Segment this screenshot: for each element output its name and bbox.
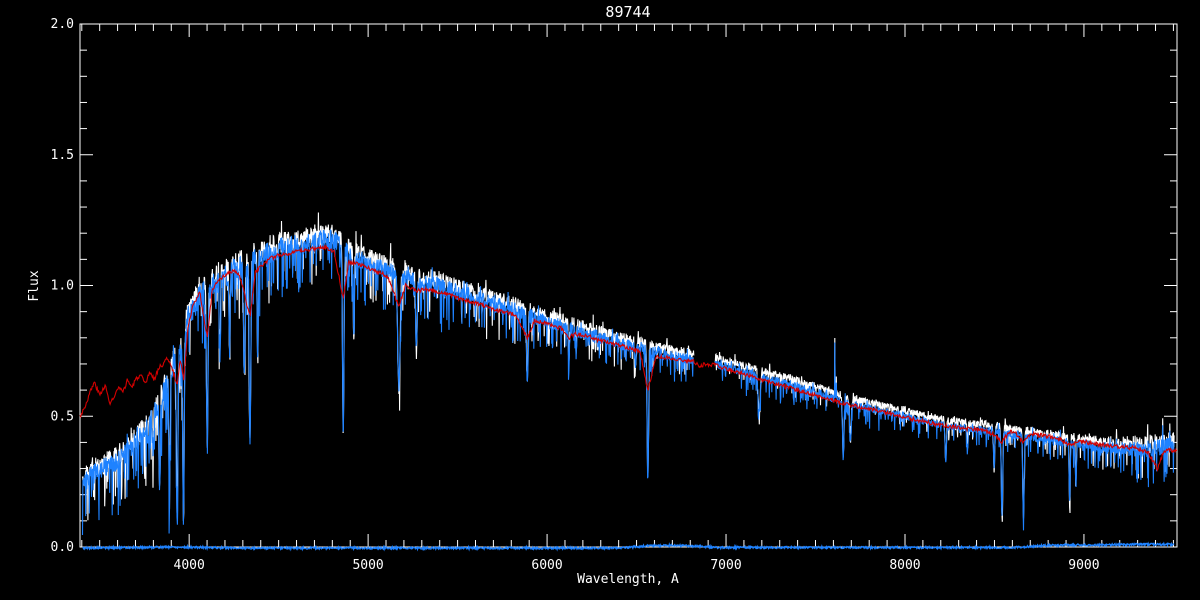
x-tick-label: 5000 bbox=[352, 558, 383, 573]
y-tick-label: 0.0 bbox=[51, 540, 74, 555]
y-tick-label: 0.5 bbox=[51, 409, 74, 424]
chart-title: 89744 bbox=[605, 3, 650, 21]
x-tick-label: 4000 bbox=[174, 558, 205, 573]
y-tick-label: 1.5 bbox=[51, 148, 74, 163]
y-tick-label: 1.0 bbox=[51, 279, 74, 294]
y-axis-label: Flux bbox=[27, 270, 42, 301]
spectrum-chart: 89744 4000 5000 6000 7000 8000 9000 0.0 0.5 1.0… bbox=[0, 0, 1200, 600]
chart-background bbox=[0, 0, 1200, 600]
x-tick-label: 8000 bbox=[889, 558, 920, 573]
x-tick-label: 9000 bbox=[1068, 558, 1099, 573]
x-tick-label: 7000 bbox=[710, 558, 741, 573]
spectrum-plot-window: { "chart_data": { "type": "line", "title… bbox=[0, 0, 1200, 600]
y-tick-label: 2.0 bbox=[51, 17, 74, 32]
x-axis-label: Wavelength, A bbox=[577, 572, 679, 587]
x-tick-label: 6000 bbox=[531, 558, 562, 573]
